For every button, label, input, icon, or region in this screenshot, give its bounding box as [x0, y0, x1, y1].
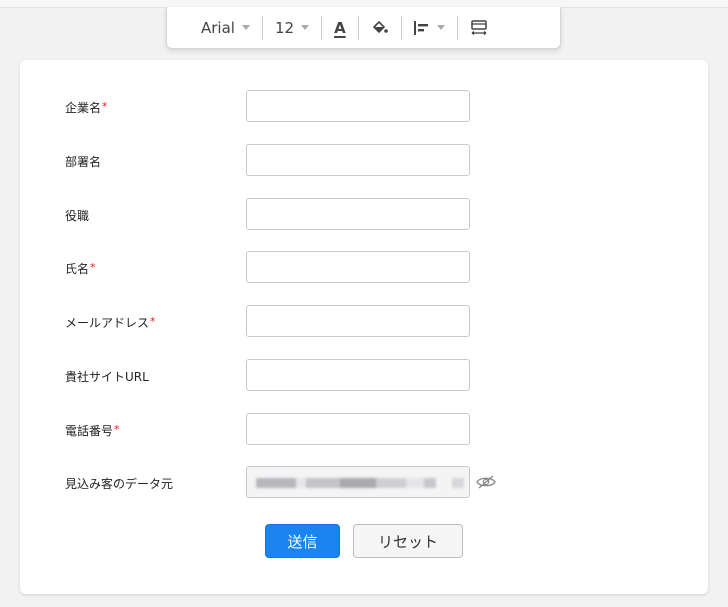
eye-hidden-icon[interactable] [476, 474, 496, 490]
phone-input[interactable] [246, 413, 470, 445]
reset-button[interactable]: リセット [353, 524, 463, 558]
job-title-label: 役職 [65, 209, 90, 223]
toolbar-divider [456, 15, 458, 40]
layout-icon [470, 19, 487, 35]
lead-source-field[interactable] [246, 466, 470, 498]
form-row-website: 貴社サイトURL [20, 359, 708, 393]
align-left-icon [413, 20, 428, 35]
chevron-down-icon [241, 25, 250, 30]
submit-button[interactable]: 送信 [265, 524, 340, 558]
website-label: 貴社サイトURL [65, 370, 149, 384]
toolbar-divider [357, 15, 359, 40]
required-mark: * [102, 100, 108, 113]
font-size-value: 12 [274, 18, 295, 37]
website-input[interactable] [246, 359, 470, 391]
form-row-department: 部署名 [20, 144, 708, 178]
department-label: 部署名 [65, 155, 102, 169]
email-input[interactable] [246, 305, 470, 337]
text-color-button[interactable]: A [334, 7, 346, 48]
toolbar-divider [261, 15, 263, 40]
company-input[interactable] [246, 90, 470, 122]
form-row-company: 企業名* [20, 90, 708, 124]
toolbar-divider [321, 15, 323, 40]
name-label: 氏名* [65, 261, 96, 276]
form-row-title: 役職 [20, 198, 708, 232]
form-row-name: 氏名* [20, 251, 708, 285]
font-family-dropdown[interactable]: Arial [201, 7, 250, 48]
form-row-lead-source: 見込み客のデータ元 [20, 466, 708, 500]
layout-button[interactable] [470, 7, 488, 48]
chevron-down-icon [301, 25, 310, 30]
job-title-input[interactable] [246, 198, 470, 230]
lead-form: 企業名* 部署名 役職 氏名* メールアドレス* 貴社サイトURL 電話番号* … [20, 60, 708, 594]
email-label: メールアドレス* [65, 315, 156, 330]
form-row-phone: 電話番号* [20, 413, 708, 447]
chevron-down-icon [436, 25, 445, 30]
required-mark: * [150, 315, 156, 328]
format-toolbar: Arial 12 A [166, 7, 561, 49]
toolbar-divider [400, 15, 402, 40]
department-input[interactable] [246, 144, 470, 176]
text-color-icon: A [334, 18, 346, 37]
required-mark: * [90, 261, 96, 274]
required-mark: * [114, 423, 120, 436]
fill-color-icon [372, 20, 388, 33]
phone-label: 電話番号* [65, 423, 120, 438]
company-label: 企業名* [65, 100, 108, 115]
form-row-email: メールアドレス* [20, 305, 708, 339]
font-size-dropdown[interactable]: 12 [274, 7, 310, 48]
font-family-value: Arial [201, 18, 235, 37]
name-input[interactable] [246, 251, 470, 283]
lead-source-label: 見込み客のデータ元 [65, 477, 174, 491]
fill-color-button[interactable] [371, 7, 389, 48]
align-dropdown[interactable] [413, 7, 445, 48]
